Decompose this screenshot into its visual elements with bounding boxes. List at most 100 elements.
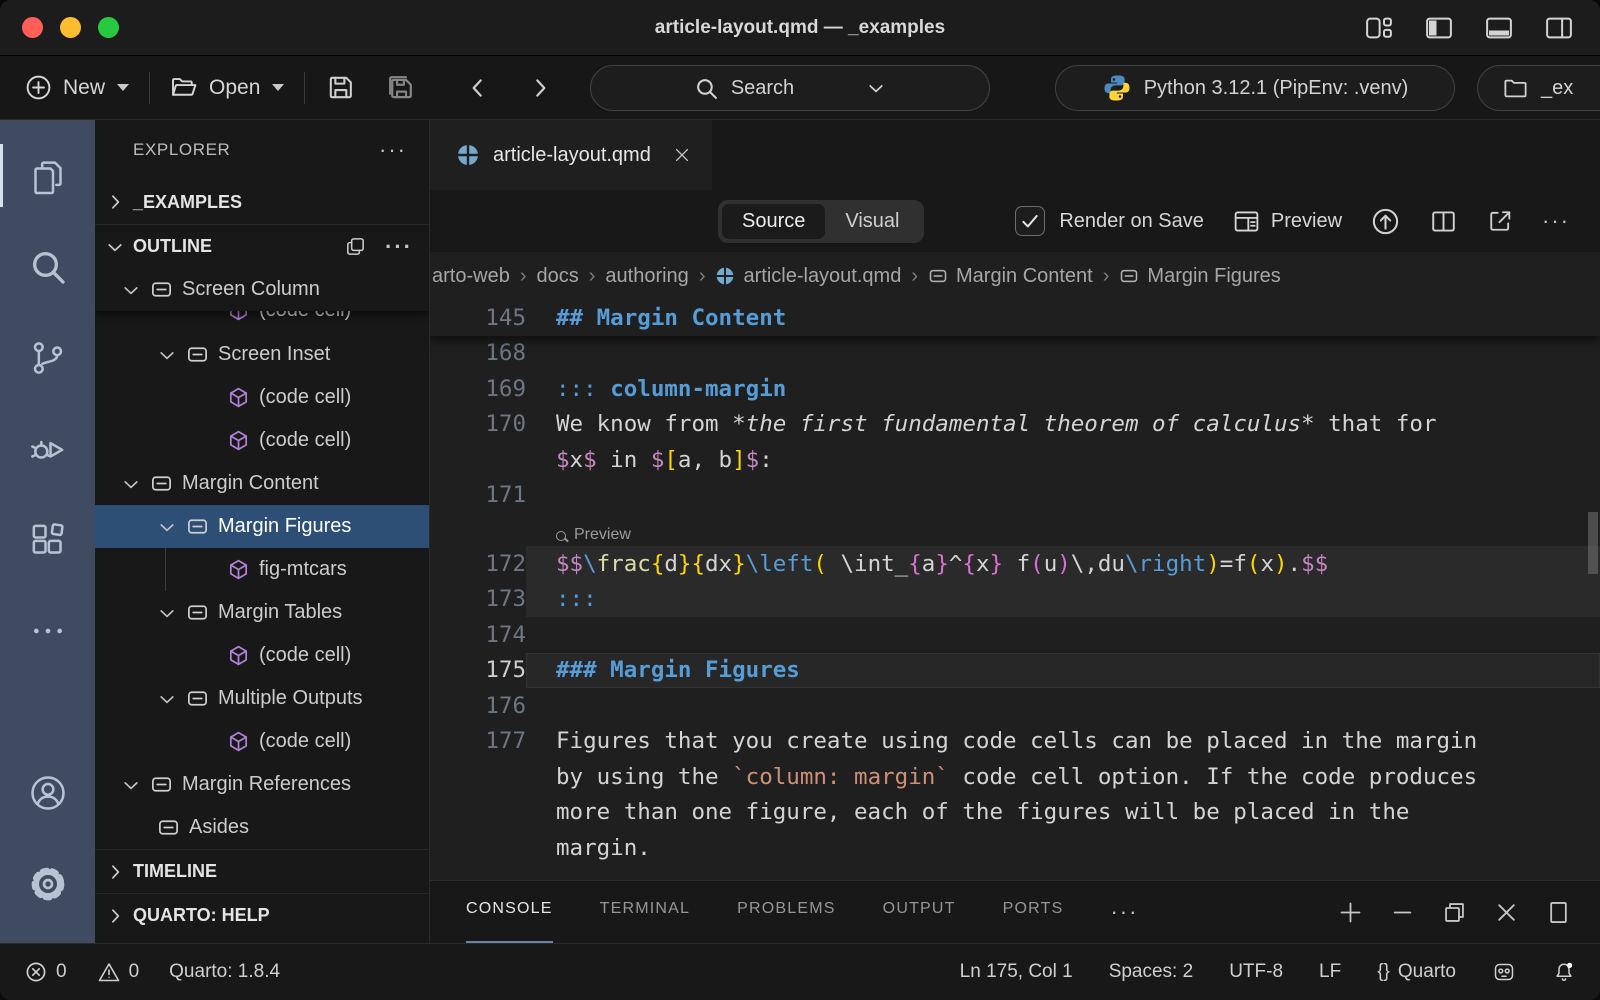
minimize-window-button[interactable] bbox=[60, 17, 81, 38]
code-line-174[interactable]: 174 bbox=[430, 617, 1600, 653]
outline-item-screen-inset[interactable]: Screen Inset bbox=[95, 333, 429, 376]
save-all-button[interactable] bbox=[384, 71, 417, 104]
status-feedback[interactable] bbox=[1492, 960, 1516, 984]
toggle-primary-sidebar-icon[interactable] bbox=[1424, 13, 1454, 43]
render-on-save-checkbox[interactable]: Render on Save bbox=[1015, 206, 1204, 236]
outline-item--code-cell-[interactable]: (code cell) bbox=[95, 311, 429, 333]
tab-article-layout[interactable]: article-layout.qmd bbox=[430, 120, 712, 190]
breadcrumb-docs[interactable]: docs bbox=[536, 265, 578, 288]
activity-more-views[interactable] bbox=[0, 585, 95, 676]
open-button[interactable]: Open bbox=[170, 73, 284, 102]
code-line-173[interactable]: 173::: bbox=[430, 582, 1600, 618]
outline-item--code-cell-[interactable]: (code cell) bbox=[95, 720, 429, 763]
outline-more-button[interactable]: ··· bbox=[385, 234, 413, 260]
code-line-172[interactable]: 172$$\frac{d}{dx}\left( \int_{a}^{x} f(u… bbox=[430, 546, 1600, 582]
code-line-177[interactable]: 177Figures that you create using code ce… bbox=[430, 724, 1600, 760]
code-line-171[interactable]: 171 bbox=[430, 478, 1600, 514]
interpreter-selector[interactable]: Python 3.12.1 (PipEnv: .venv) bbox=[1055, 65, 1455, 111]
status-problems-warnings[interactable]: 0 bbox=[97, 960, 140, 984]
navigate-back-button[interactable] bbox=[465, 75, 491, 101]
editor-scrollbar[interactable] bbox=[1588, 512, 1598, 574]
close-panel-button[interactable] bbox=[1493, 899, 1520, 926]
activity-extensions[interactable] bbox=[0, 494, 95, 585]
code-line-170[interactable]: 170We know from *the first fundamental t… bbox=[430, 407, 1600, 443]
outline-item-screen-column[interactable]: Screen Column bbox=[95, 268, 429, 311]
status-language-mode[interactable]: {}Quarto bbox=[1377, 961, 1456, 983]
code-line-wrap[interactable]: more than one figure, each of the figure… bbox=[430, 795, 1600, 831]
section-outline[interactable]: OUTLINE ··· bbox=[95, 224, 429, 268]
collapse-all-icon[interactable] bbox=[344, 235, 367, 258]
close-window-button[interactable] bbox=[22, 17, 43, 38]
save-button[interactable] bbox=[325, 72, 356, 103]
toggle-panel-icon[interactable] bbox=[1484, 13, 1514, 43]
maximize-panel-button[interactable] bbox=[1441, 899, 1468, 926]
status-encoding[interactable]: UTF-8 bbox=[1229, 961, 1283, 983]
editor-more-button[interactable]: ··· bbox=[1542, 208, 1570, 234]
activity-explorer[interactable] bbox=[0, 130, 95, 221]
new-button[interactable]: New bbox=[24, 73, 129, 102]
panel-tab-console[interactable]: CONSOLE bbox=[466, 881, 553, 943]
breadcrumb-margin-content[interactable]: Margin Content bbox=[928, 265, 1093, 288]
panel-tab-terminal[interactable]: TERMINAL bbox=[600, 881, 691, 943]
outline-item--code-cell-[interactable]: (code cell) bbox=[95, 419, 429, 462]
zoom-window-button[interactable] bbox=[98, 17, 119, 38]
outline-item-margin-content[interactable]: Margin Content bbox=[95, 462, 429, 505]
status-notifications[interactable] bbox=[1552, 960, 1576, 984]
code-line-176[interactable]: 176 bbox=[430, 688, 1600, 724]
section-examples[interactable]: _EXAMPLES bbox=[95, 180, 429, 224]
preview-button[interactable]: Preview bbox=[1232, 207, 1342, 236]
workspace-selector[interactable]: _ex bbox=[1477, 65, 1600, 111]
publish-button[interactable] bbox=[1370, 206, 1401, 237]
section-quarto-help[interactable]: QUARTO: HELP bbox=[95, 893, 429, 937]
outline-item-asides[interactable]: Asides bbox=[95, 806, 429, 849]
visual-mode-button[interactable]: Visual bbox=[825, 204, 919, 239]
close-tab-icon[interactable] bbox=[672, 145, 692, 165]
activity-search[interactable] bbox=[0, 221, 95, 312]
panel-tab-output[interactable]: OUTPUT bbox=[883, 881, 956, 943]
panel-more-button[interactable]: ··· bbox=[1110, 899, 1138, 925]
navigate-forward-button[interactable] bbox=[527, 75, 553, 101]
section-timeline[interactable]: TIMELINE bbox=[95, 849, 429, 893]
source-mode-button[interactable]: Source bbox=[722, 204, 825, 239]
split-editor-button[interactable] bbox=[1429, 207, 1458, 236]
activity-settings[interactable] bbox=[0, 838, 95, 929]
code-line-168[interactable]: 168 bbox=[430, 336, 1600, 372]
outline-item-margin-references[interactable]: Margin References bbox=[95, 763, 429, 806]
status-quarto-version[interactable]: Quarto: 1.8.4 bbox=[169, 961, 280, 983]
add-console-button[interactable] bbox=[1337, 899, 1364, 926]
sidebar-more-button[interactable]: ··· bbox=[379, 137, 407, 163]
activity-account[interactable] bbox=[0, 747, 95, 838]
breadcrumb-arto-web[interactable]: arto-web bbox=[432, 265, 510, 288]
outline-item-fig-mtcars[interactable]: fig-mtcars bbox=[95, 548, 429, 591]
customize-layout-icon[interactable] bbox=[1364, 13, 1394, 43]
status-problems-errors[interactable]: 0 bbox=[24, 960, 67, 984]
status-indentation[interactable]: Spaces: 2 bbox=[1109, 961, 1194, 983]
open-in-new-window-button[interactable] bbox=[1486, 207, 1514, 235]
code-line-145[interactable]: 145## Margin Content bbox=[430, 300, 1600, 336]
panel-tab-ports[interactable]: PORTS bbox=[1003, 881, 1064, 943]
toggle-secondary-sidebar-icon[interactable] bbox=[1544, 13, 1574, 43]
breadcrumb-margin-figures[interactable]: Margin Figures bbox=[1119, 265, 1280, 288]
outline-item-margin-tables[interactable]: Margin Tables bbox=[95, 591, 429, 634]
panel-layout-button[interactable] bbox=[1545, 899, 1572, 926]
status-cursor-position[interactable]: Ln 175, Col 1 bbox=[960, 961, 1073, 983]
outline-item-multiple-outputs[interactable]: Multiple Outputs bbox=[95, 677, 429, 720]
code-line-wrap[interactable]: by using the `column: margin` code cell … bbox=[430, 759, 1600, 795]
outline-item--code-cell-[interactable]: (code cell) bbox=[95, 634, 429, 677]
status-eol[interactable]: LF bbox=[1319, 961, 1341, 983]
code-editor[interactable]: 145## Margin Content168169::: column-mar… bbox=[430, 300, 1600, 880]
outline-item--code-cell-[interactable]: (code cell) bbox=[95, 376, 429, 419]
breadcrumb-authoring[interactable]: authoring bbox=[605, 265, 688, 288]
global-search-box[interactable]: Search bbox=[590, 65, 990, 111]
code-line-wrap[interactable]: margin. bbox=[430, 830, 1600, 866]
panel-tab-problems[interactable]: PROBLEMS bbox=[737, 881, 836, 943]
minimize-panel-button[interactable] bbox=[1389, 899, 1416, 926]
activity-run-and-debug[interactable] bbox=[0, 403, 95, 494]
code-line-169[interactable]: 169::: column-margin bbox=[430, 371, 1600, 407]
preview-codelens[interactable]: Preview bbox=[526, 513, 1600, 546]
breadcrumb-article-layout-qmd[interactable]: article-layout.qmd bbox=[715, 265, 901, 288]
outline-item-margin-figures[interactable]: Margin Figures bbox=[95, 505, 429, 548]
code-line-wrap[interactable]: $x$ in $[a, b]$: bbox=[430, 442, 1600, 478]
codelens-row[interactable]: Preview bbox=[430, 513, 1600, 546]
code-line-175[interactable]: 175### Margin Figures bbox=[430, 653, 1600, 689]
